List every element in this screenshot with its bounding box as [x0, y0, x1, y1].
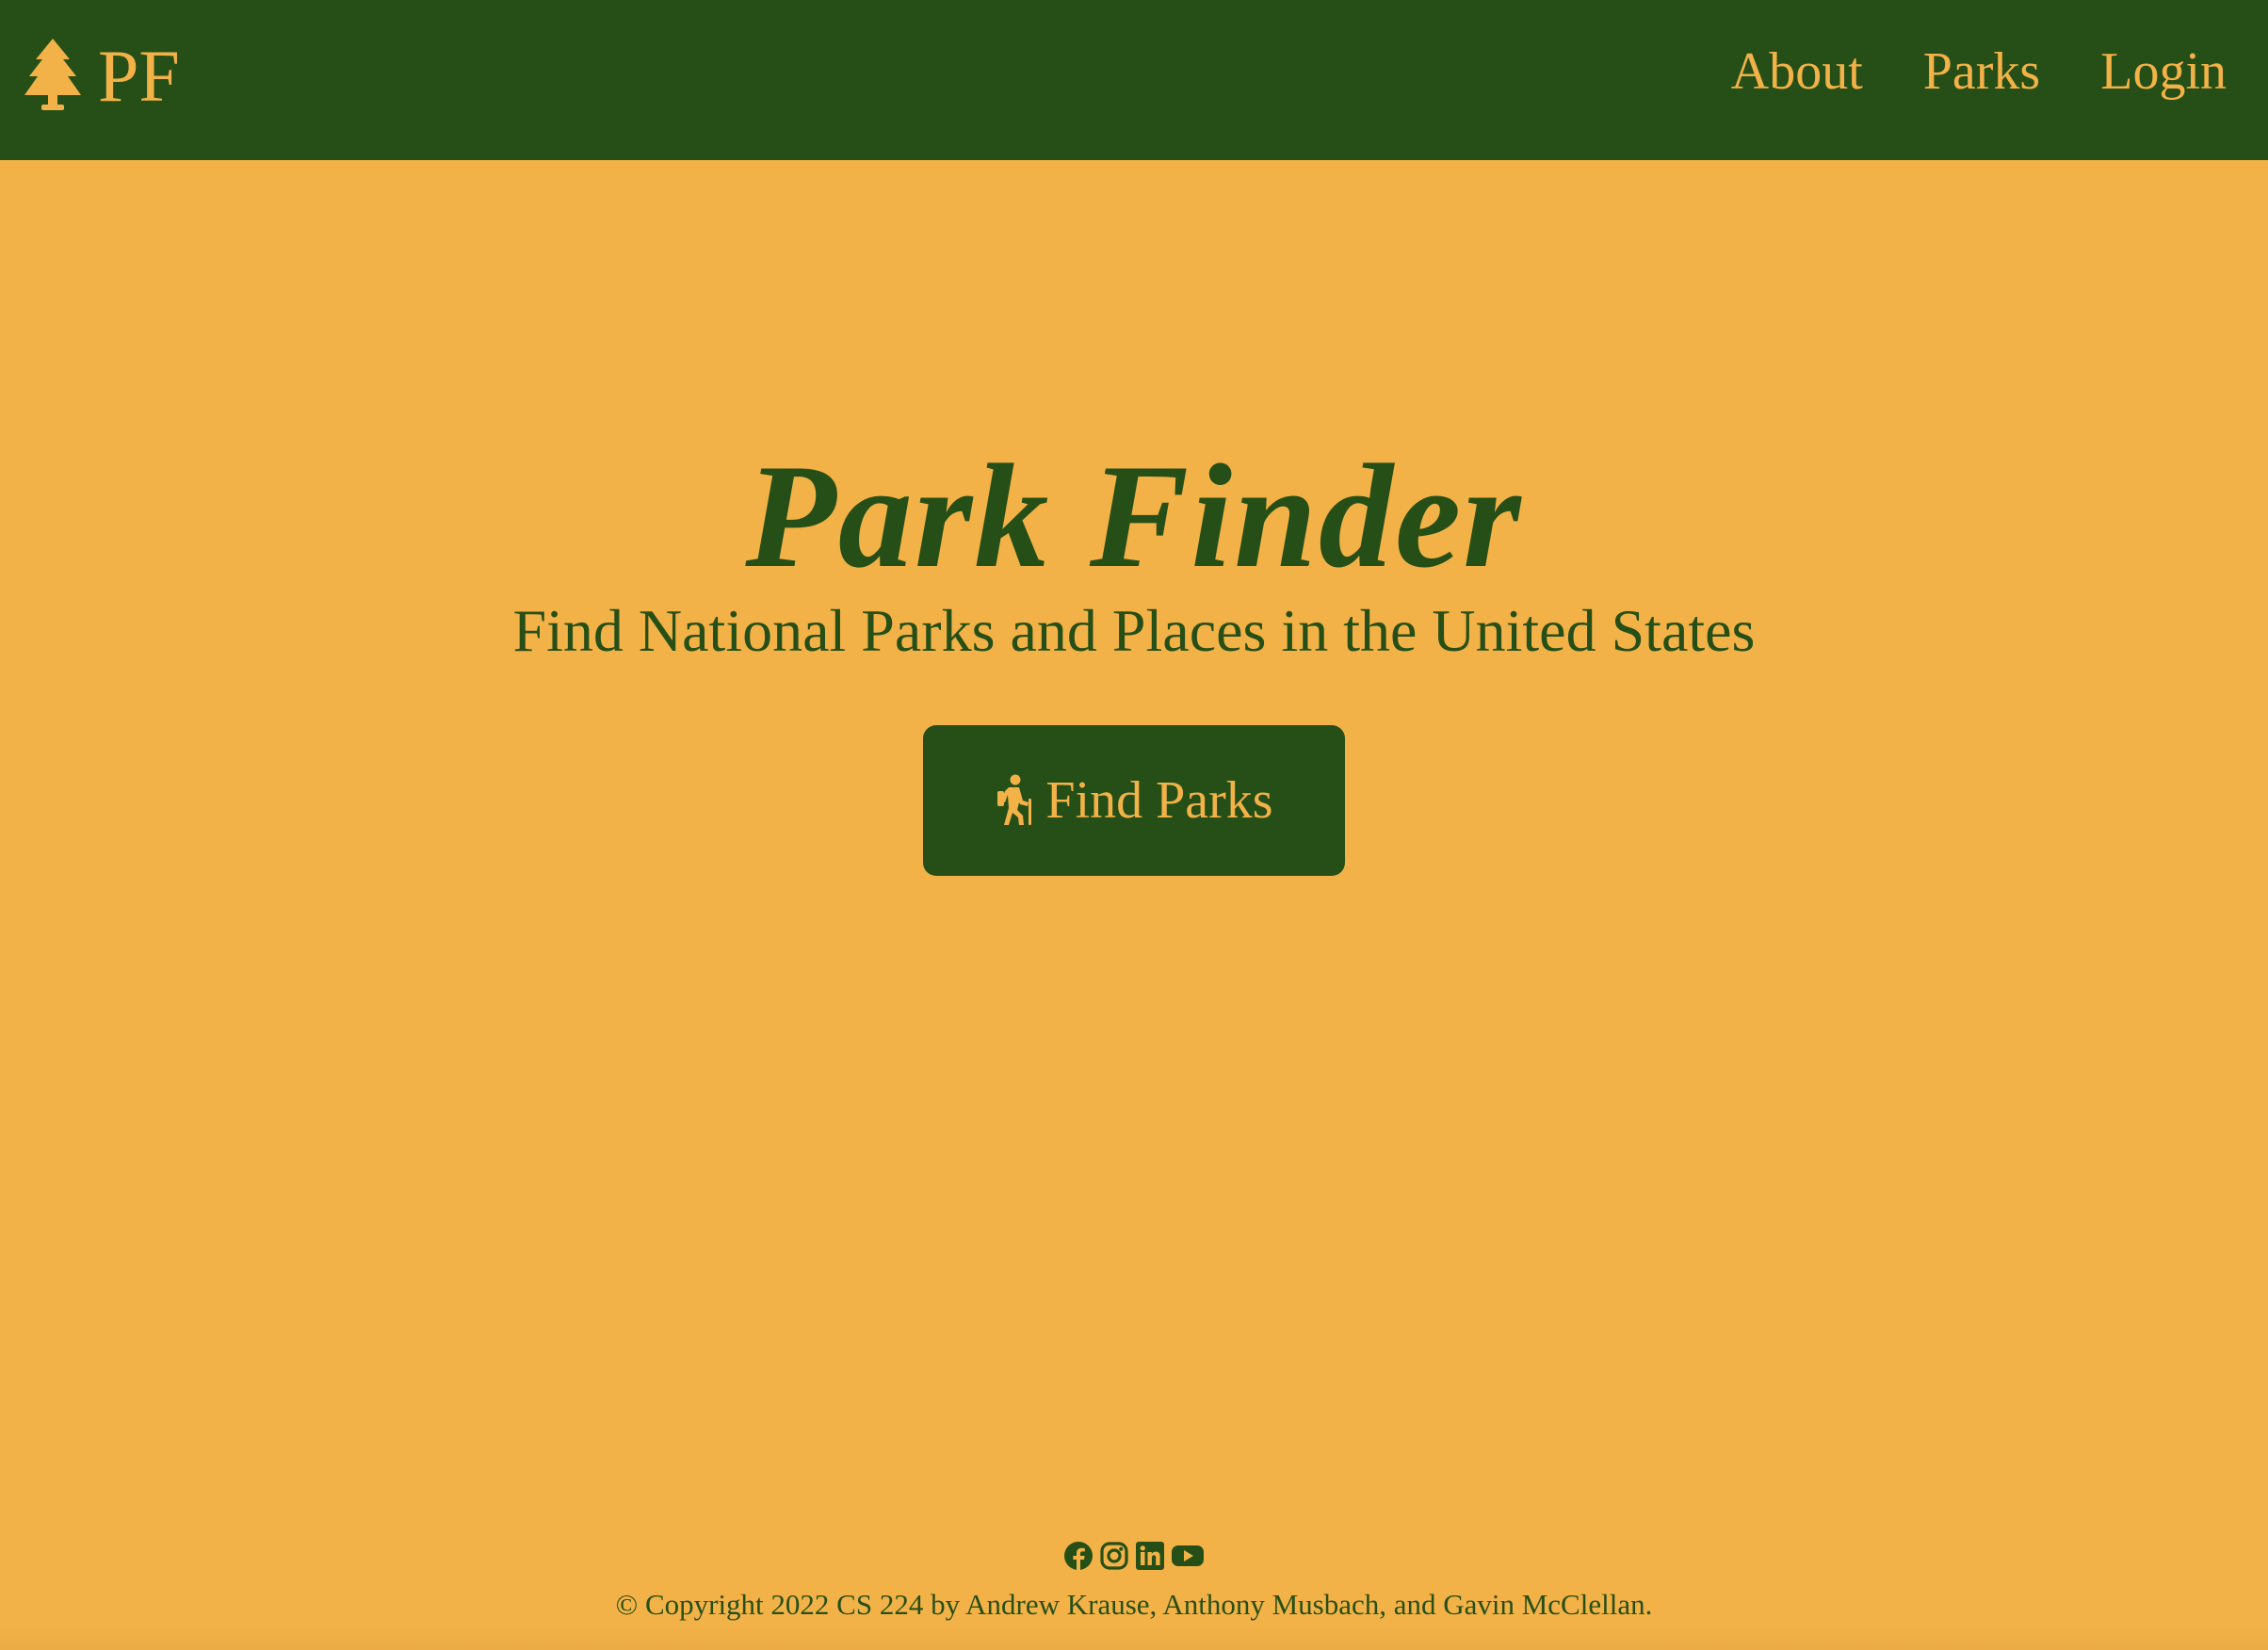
linkedin-icon: [1136, 1542, 1164, 1570]
facebook-icon: [1064, 1542, 1093, 1570]
linkedin-link[interactable]: [1135, 1541, 1165, 1571]
nav-link-login[interactable]: Login: [2100, 45, 2227, 98]
hero-subtitle: Find National Parks and Places in the Un…: [512, 597, 1756, 664]
instagram-link[interactable]: [1099, 1541, 1129, 1571]
brand-text: PF: [98, 35, 180, 117]
instagram-icon: [1100, 1542, 1128, 1570]
hiking-icon: [997, 774, 1032, 825]
nav-links: About Parks Login: [1671, 45, 2227, 98]
footer: © Copyright 2022 CS 224 by Andrew Krause…: [0, 1526, 2268, 1650]
nav-link-about[interactable]: About: [1731, 45, 1863, 98]
youtube-link[interactable]: [1171, 1541, 1205, 1571]
social-links: [0, 1541, 2268, 1571]
hero-title: Park Finder: [745, 434, 1523, 599]
facebook-link[interactable]: [1063, 1541, 1094, 1571]
tree-icon: [24, 39, 81, 110]
navbar: PF About Parks Login: [0, 0, 2268, 160]
brand-home-link[interactable]: PF: [23, 34, 180, 119]
find-parks-label: Find Parks: [1045, 771, 1273, 830]
youtube-icon: [1172, 1545, 1204, 1566]
find-parks-button[interactable]: Find Parks: [923, 725, 1345, 876]
nav-link-parks[interactable]: Parks: [1923, 45, 2040, 98]
copyright-text: © Copyright 2022 CS 224 by Andrew Krause…: [615, 1588, 1653, 1621]
